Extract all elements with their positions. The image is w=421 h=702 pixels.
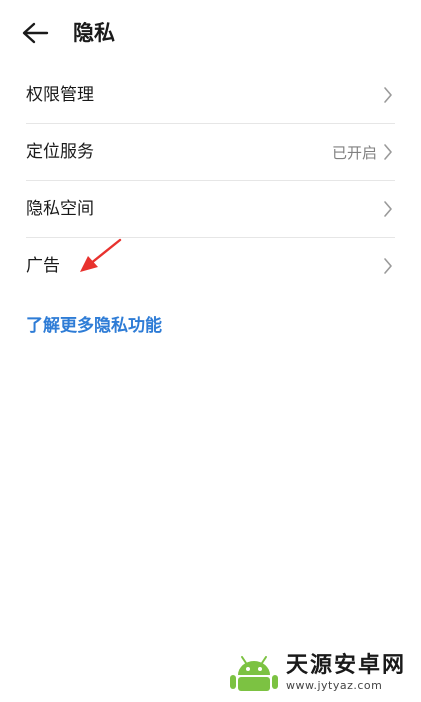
chevron-right-icon (381, 86, 395, 104)
learn-more-privacy-link[interactable]: 了解更多隐私功能 (26, 313, 162, 339)
privacy-settings-page: 隐私 权限管理 定位服务 已开启 隐私空间 广告 了解更多隐私功能 天源安卓网 … (0, 0, 421, 702)
back-button[interactable] (18, 17, 52, 49)
watermark-title: 天源安卓网 (286, 653, 407, 678)
chevron-right-icon (381, 143, 395, 161)
chevron-right-icon (381, 200, 395, 218)
red-arrow-icon (80, 238, 122, 272)
list-item-label: 广告 (26, 256, 60, 276)
arrow-left-icon (22, 22, 49, 44)
list-item-label: 定位服务 (26, 142, 94, 162)
list-item-label: 权限管理 (26, 85, 94, 105)
watermark-url: www.jytyaz.com (286, 679, 383, 692)
list-item-permission-management[interactable]: 权限管理 (26, 67, 395, 124)
list-item-label: 隐私空间 (26, 199, 94, 219)
list-item-location-services[interactable]: 定位服务 已开启 (26, 124, 395, 181)
status-value: 已开启 (331, 143, 377, 162)
watermark: 天源安卓网 www.jytyaz.com (228, 650, 406, 696)
chevron-right-icon (381, 257, 395, 275)
android-logo-icon (230, 656, 278, 691)
page-title: 隐私 (73, 21, 115, 45)
list-item-private-space[interactable]: 隐私空间 (26, 181, 395, 238)
header: 隐私 (0, 0, 421, 66)
